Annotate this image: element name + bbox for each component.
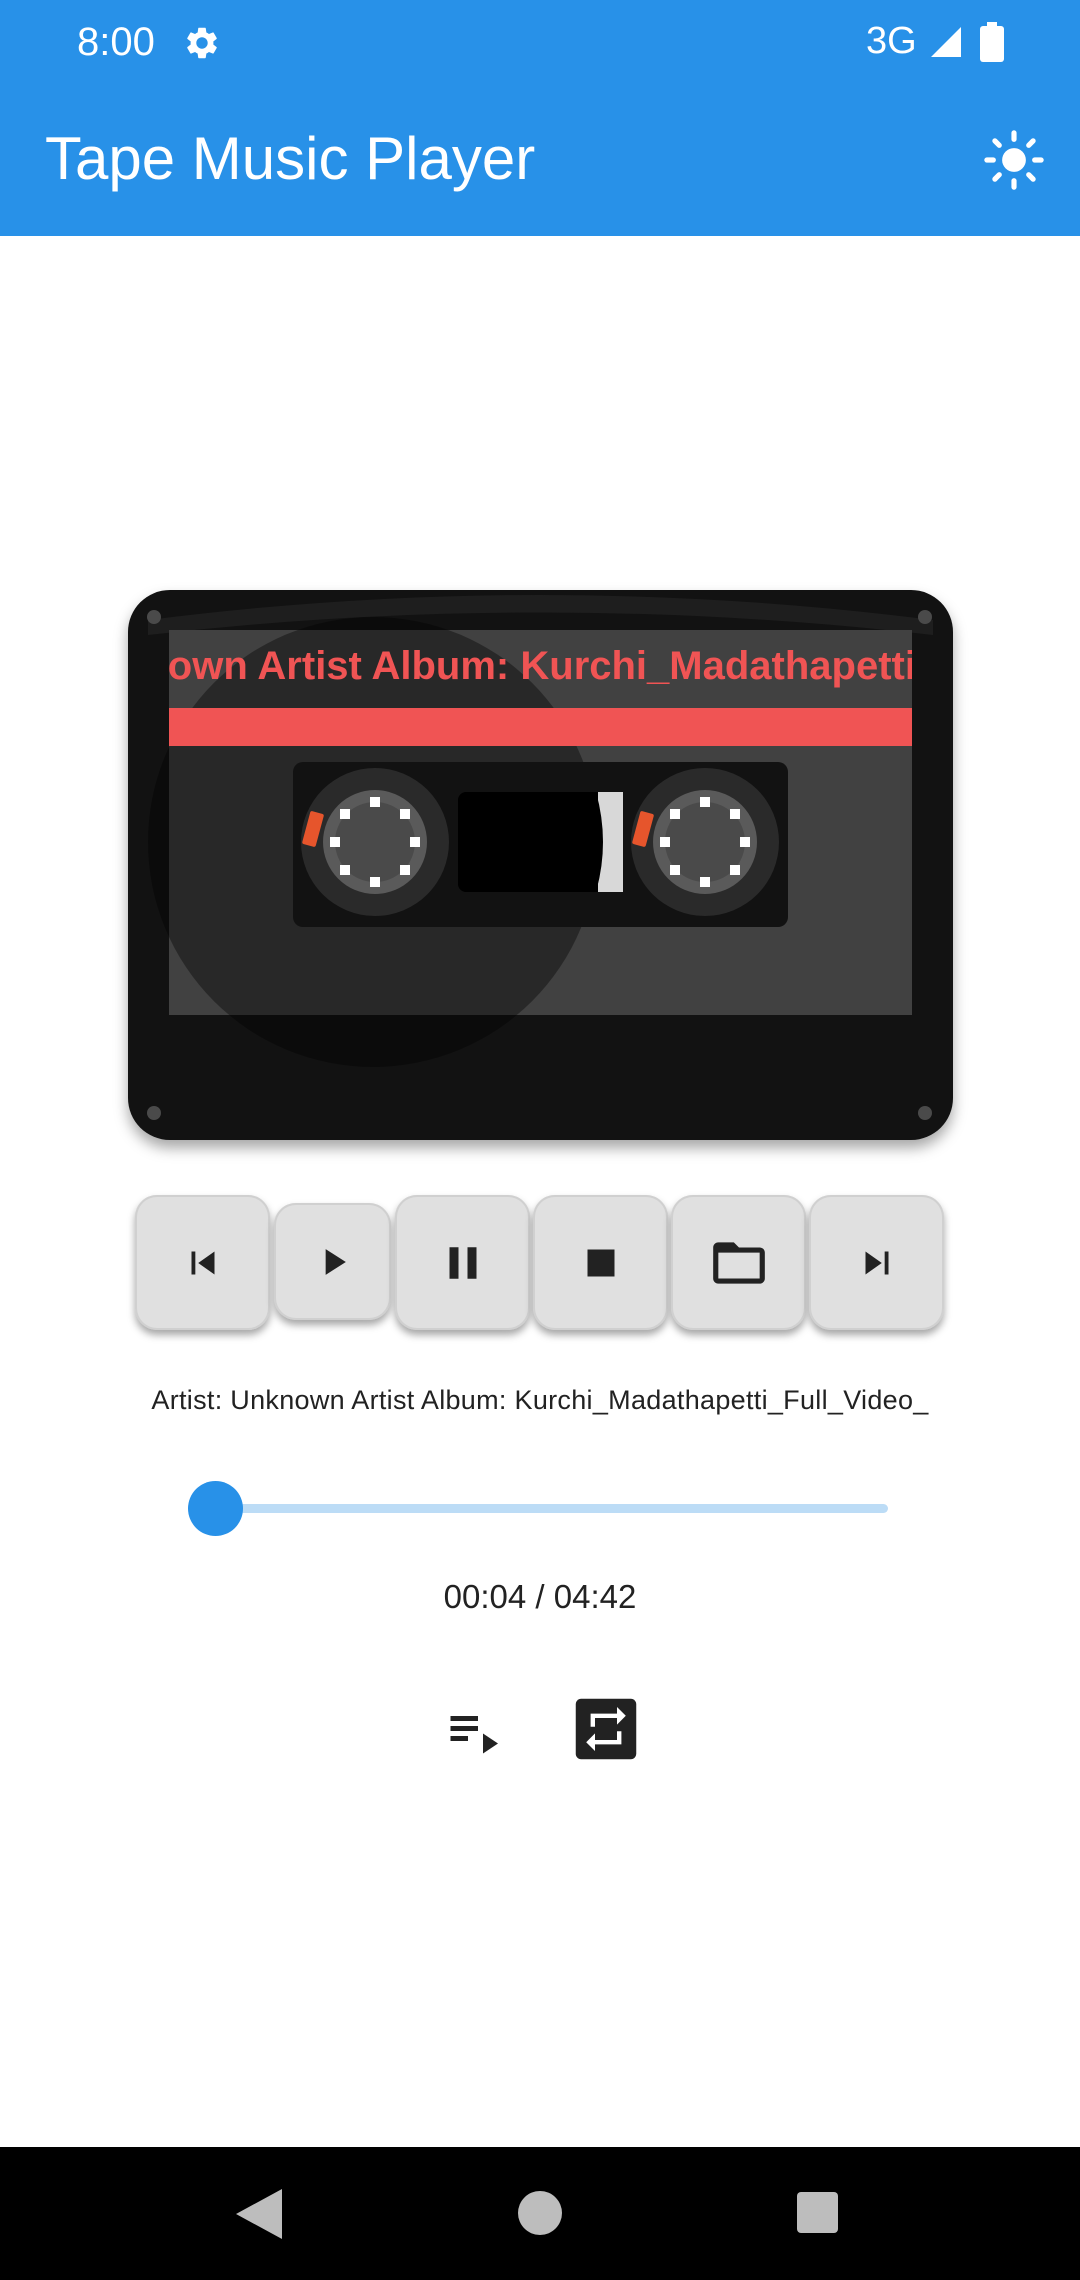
open-folder-button[interactable] [671,1195,806,1330]
repeat-icon [575,1698,637,1760]
next-button[interactable] [809,1195,944,1330]
app-title: Tape Music Player [45,125,536,192]
pause-button[interactable] [395,1195,530,1330]
repeat-button[interactable] [573,1696,639,1762]
theme-toggle-button[interactable] [982,128,1046,192]
track-info: Artist: Unknown Artist Album: Kurchi_Mad… [151,1385,929,1415]
back-icon[interactable] [236,2189,282,2239]
folder-icon [712,1241,765,1284]
seek-track[interactable] [198,1504,888,1513]
recents-icon[interactable] [797,2192,838,2233]
settings-gear-icon [187,27,217,59]
playback-controls [135,1195,947,1335]
status-time: 8:00 [77,20,155,64]
brightness-sun-icon [984,130,1044,190]
signal-icon [931,27,961,57]
time-display: 00:04 / 04:42 [443,1578,637,1615]
battery-icon [980,22,1004,62]
playlist-play-icon [450,1716,498,1754]
status-bar: 8:00 3G [0,0,1080,86]
cassette-label-text: Artist: Unknown Artist Album: Kurchi_Mad… [169,644,912,688]
play-icon [325,1248,346,1275]
seek-slider[interactable] [178,1480,888,1536]
play-button[interactable] [274,1203,391,1320]
skip-next-icon [865,1251,888,1274]
system-nav-bar [0,2147,1080,2280]
cassette-label: Artist: Unknown Artist Album: Kurchi_Mad… [169,630,912,706]
seek-thumb[interactable] [188,1481,243,1536]
pause-icon [449,1246,476,1279]
home-icon[interactable] [518,2191,562,2235]
previous-button[interactable] [135,1195,270,1330]
network-type: 3G [866,20,917,62]
stop-button[interactable] [533,1195,668,1330]
app-bar: Tape Music Player [0,86,1080,236]
cassette-tape: Artist: Unknown Artist Album: Kurchi_Mad… [128,590,953,1140]
stop-icon [587,1249,614,1276]
skip-previous-icon [191,1251,214,1274]
playlist-button[interactable] [442,1700,504,1762]
